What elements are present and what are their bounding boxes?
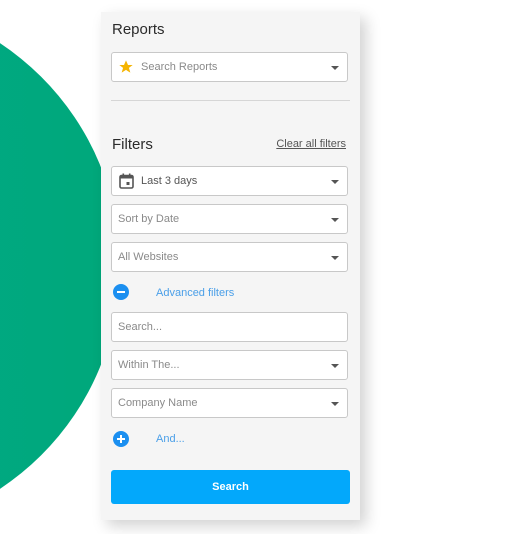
date-range-value: Last 3 days <box>141 175 198 187</box>
search-reports-placeholder: Search Reports <box>141 61 218 73</box>
chevron-down-icon <box>331 364 339 368</box>
company-name-dropdown[interactable]: Company Name <box>111 388 348 418</box>
within-dropdown[interactable]: Within The... <box>111 350 348 380</box>
within-value: Within The... <box>118 359 180 371</box>
star-icon <box>119 60 133 73</box>
divider <box>111 100 350 101</box>
chevron-down-icon <box>331 66 339 70</box>
date-range-dropdown[interactable]: Last 3 days <box>111 166 348 196</box>
collapse-advanced-icon[interactable] <box>113 284 129 300</box>
add-condition-icon[interactable] <box>113 431 129 447</box>
search-reports-dropdown[interactable]: Search Reports <box>111 52 348 82</box>
search-button[interactable]: Search <box>111 470 350 504</box>
reports-heading: Reports <box>112 21 165 38</box>
sort-value: Sort by Date <box>118 213 180 225</box>
chevron-down-icon <box>331 218 339 222</box>
chevron-down-icon <box>331 180 339 184</box>
and-link[interactable]: And... <box>156 433 185 445</box>
chevron-down-icon <box>331 256 339 260</box>
filters-heading: Filters <box>112 136 153 153</box>
search-input[interactable]: Search... <box>111 312 348 342</box>
chevron-down-icon <box>331 402 339 406</box>
websites-value: All Websites <box>118 251 179 263</box>
websites-dropdown[interactable]: All Websites <box>111 242 348 272</box>
search-input-placeholder: Search... <box>118 321 163 333</box>
advanced-filters-link[interactable]: Advanced filters <box>156 287 234 299</box>
reports-panel: Reports Search Reports Filters Clear all… <box>101 12 360 520</box>
sort-dropdown[interactable]: Sort by Date <box>111 204 348 234</box>
clear-all-filters-link[interactable]: Clear all filters <box>276 138 346 150</box>
calendar-icon <box>119 173 134 189</box>
company-name-value: Company Name <box>118 397 198 409</box>
